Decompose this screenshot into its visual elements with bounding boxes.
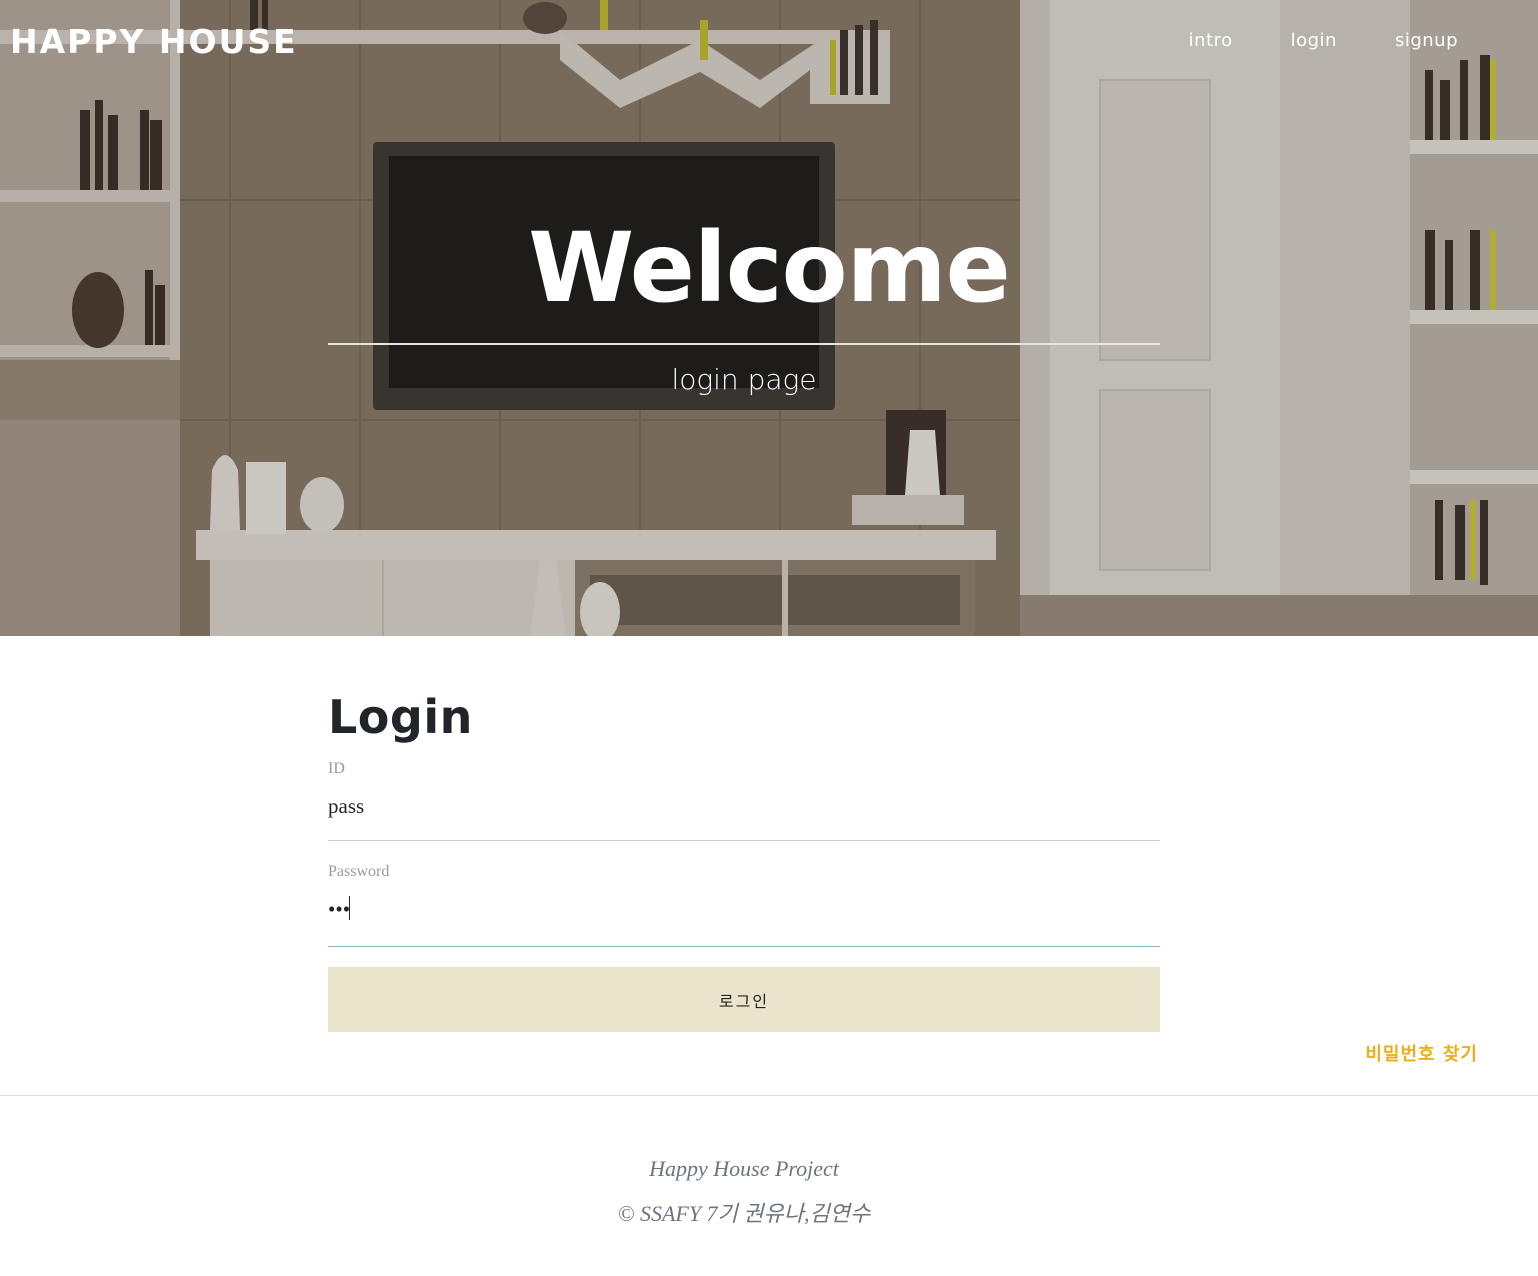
login-heading: Login [328,690,473,744]
find-password-link[interactable]: 비밀번호 찾기 [1365,1040,1478,1066]
password-label: Password [328,863,390,880]
login-form: Login ID Password 로그인 [328,690,1160,1032]
nav-link-login[interactable]: login [1291,30,1337,51]
password-field-group: Password [328,863,1160,947]
brand-logo[interactable]: HAPPY HOUSE [10,22,298,61]
id-label: ID [328,760,345,777]
hero-section: HAPPY HOUSE intro login signup Welcome l… [0,0,1538,636]
id-field-group: ID [328,760,1160,841]
login-button[interactable]: 로그인 [328,967,1160,1032]
id-input[interactable] [328,786,1160,826]
footer-credits: © SSAFY 7기 권유나,김연수 [617,1201,871,1226]
hero-divider [328,343,1160,345]
hero-subtitle: login page [671,363,817,396]
footer-project-name: Happy House Project [649,1156,839,1181]
text-caret [349,896,350,920]
password-input[interactable] [328,889,1160,929]
footer-divider [0,1095,1538,1096]
nav-link-signup[interactable]: signup [1395,30,1458,51]
top-nav: intro login signup [1189,30,1458,51]
hero-title: Welcome [528,212,1010,324]
nav-link-intro[interactable]: intro [1189,30,1233,51]
